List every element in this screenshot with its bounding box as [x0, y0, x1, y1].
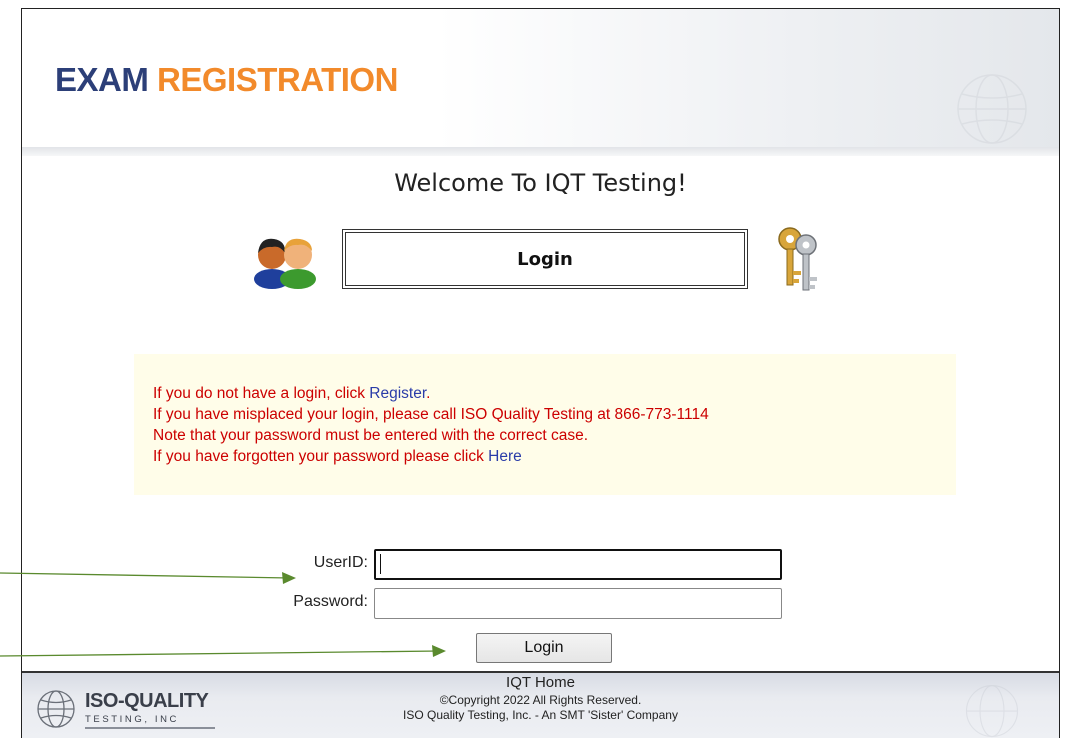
- info-text: If you have forgotten your password plea…: [153, 448, 489, 465]
- welcome-heading: Welcome To IQT Testing!: [394, 169, 687, 197]
- copyright-text: ©Copyright 2022 All Rights Reserved.: [439, 693, 642, 707]
- info-text: If you do not have a login, click: [153, 385, 370, 402]
- page-frame: EXAM REGISTRATION Welcome To IQT Testing…: [21, 8, 1060, 738]
- info-line-register: If you do not have a login, click Regist…: [153, 383, 956, 404]
- password-input[interactable]: [374, 588, 782, 619]
- info-line-forgot: If you have forgotten your password plea…: [153, 446, 956, 467]
- forgot-password-link[interactable]: Here: [488, 448, 522, 465]
- people-icon: [254, 238, 316, 289]
- footer: ISO-QUALITY TESTING, INC IQT Home ©Copyr…: [22, 671, 1059, 738]
- title-exam: EXAM: [55, 61, 149, 98]
- iqt-home-link[interactable]: IQT Home: [22, 674, 1059, 691]
- password-label: Password:: [293, 593, 368, 610]
- info-line-case: Note that your password must be entered …: [153, 427, 589, 444]
- footer-divider: [22, 671, 1059, 673]
- login-info-notice: If you do not have a login, click Regist…: [134, 354, 956, 495]
- info-text: .: [426, 385, 431, 402]
- title-registration: REGISTRATION: [157, 61, 398, 98]
- header-divider: [22, 147, 1059, 156]
- globe-watermark-icon: [965, 684, 1019, 738]
- login-header-label: Login: [345, 232, 745, 286]
- page-title: EXAM REGISTRATION: [55, 61, 398, 99]
- register-link[interactable]: Register: [369, 385, 426, 402]
- company-text: ISO Quality Testing, Inc. - An SMT 'Sist…: [403, 708, 678, 722]
- header: EXAM REGISTRATION: [22, 9, 1059, 149]
- keys-icon: [778, 227, 817, 291]
- userid-label: UserID:: [313, 554, 368, 571]
- login-button[interactable]: Login: [476, 633, 612, 663]
- logo-tagline-rule: [85, 727, 215, 729]
- text-caret: [380, 554, 381, 574]
- userid-input[interactable]: [374, 549, 782, 580]
- info-line-misplaced: If you have misplaced your login, please…: [153, 406, 709, 423]
- globe-watermark-icon: [957, 74, 1027, 144]
- login-header-box: Login: [342, 229, 748, 289]
